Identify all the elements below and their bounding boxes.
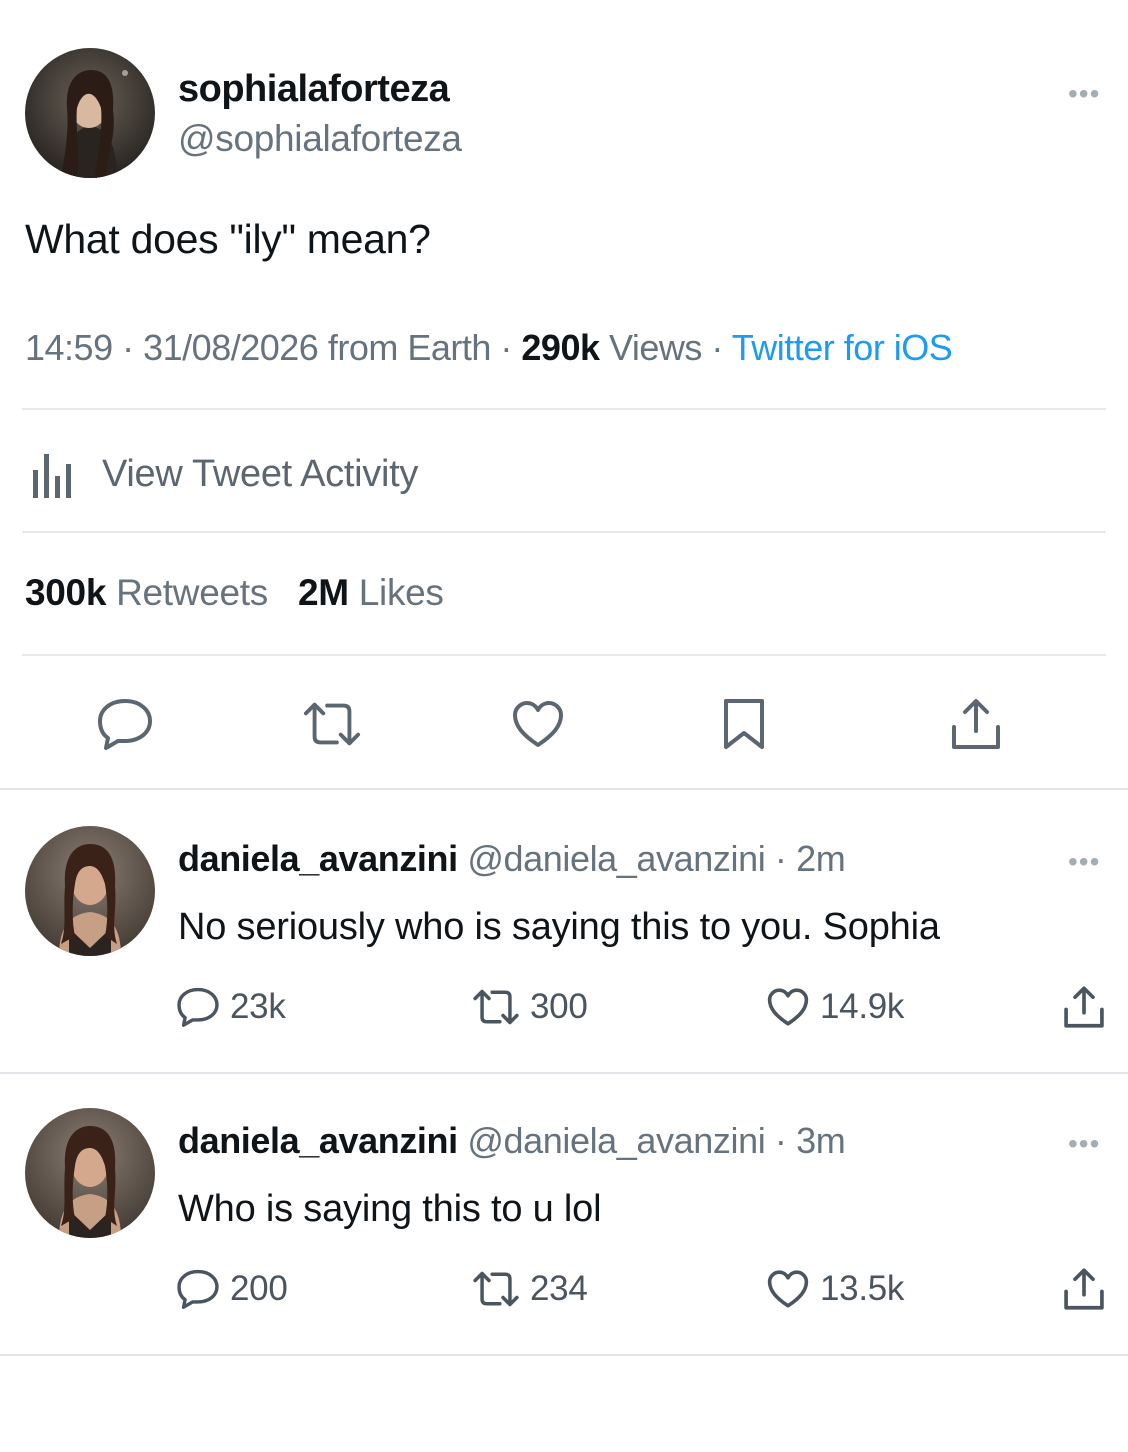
meta-separator: · xyxy=(711,327,723,368)
reply-time: · 2m xyxy=(774,838,846,879)
client-link[interactable]: Twitter for iOS xyxy=(732,327,953,368)
retweet-icon xyxy=(473,989,519,1025)
divider xyxy=(22,531,1106,533)
meta-separator: · xyxy=(500,327,512,368)
tweet-text: What does "ily" mean? xyxy=(25,216,431,262)
analytics-icon xyxy=(33,454,71,498)
likes-label: Likes xyxy=(358,572,444,613)
reply-icon xyxy=(177,1269,219,1309)
reply-reply-button[interactable]: 200 xyxy=(176,1267,288,1311)
tweet-action-bar xyxy=(0,694,1128,754)
reply-header: daniela_avanzini @daniela_avanzini · 2m xyxy=(178,838,846,880)
reply-handle[interactable]: @daniela_avanzini xyxy=(467,838,765,879)
author-handle[interactable]: @sophialaforteza xyxy=(178,118,462,160)
reply-text: No seriously who is saying this to you. … xyxy=(178,906,940,948)
reply-icon xyxy=(98,699,152,750)
retweets-count: 300k xyxy=(25,572,107,613)
reply-avatar[interactable] xyxy=(25,826,155,956)
reply-avatar[interactable] xyxy=(25,1108,155,1238)
reply-button[interactable] xyxy=(95,694,155,754)
activity-label: View Tweet Activity xyxy=(102,452,419,495)
view-tweet-activity-button[interactable]: View Tweet Activity xyxy=(30,448,418,500)
share-icon xyxy=(1064,986,1104,1028)
reply-count: 200 xyxy=(230,1269,288,1308)
reply-handle[interactable]: @daniela_avanzini xyxy=(467,1120,765,1161)
author-avatar[interactable] xyxy=(25,48,155,178)
tweet-location: from Earth xyxy=(327,327,492,368)
bookmark-icon xyxy=(724,699,764,749)
share-button[interactable] xyxy=(946,694,1006,754)
reply-share-button[interactable] xyxy=(1062,985,1106,1029)
views-label: Views xyxy=(609,327,702,368)
reply-text: Who is saying this to u lol xyxy=(178,1188,602,1230)
like-count: 14.9k xyxy=(820,987,905,1026)
like-button[interactable] xyxy=(508,694,568,754)
tweet-meta: 14:59 · 31/08/2026 from Earth · 290k Vie… xyxy=(25,327,953,369)
reply-time: · 3m xyxy=(774,1120,846,1161)
likes-count: 2M xyxy=(297,572,349,613)
retweets-label: Retweets xyxy=(116,572,268,613)
retweet-count: 234 xyxy=(530,1269,588,1308)
divider xyxy=(0,1354,1128,1356)
likes-stat[interactable]: 2M Likes xyxy=(298,572,444,613)
views-count: 290k xyxy=(521,327,600,368)
tweet-date: 31/08/2026 xyxy=(143,327,319,368)
like-icon xyxy=(767,1270,809,1308)
divider xyxy=(0,1072,1128,1074)
reply-share-button[interactable] xyxy=(1062,1267,1106,1311)
more-dots-icon[interactable]: ••• xyxy=(1068,848,1100,876)
tweet-time: 14:59 xyxy=(25,327,113,368)
reply-retweet-button[interactable]: 300 xyxy=(472,985,588,1029)
like-count: 13.5k xyxy=(820,1269,905,1308)
divider xyxy=(22,408,1106,410)
reply-reply-button[interactable]: 23k xyxy=(176,985,286,1029)
reply-display-name[interactable]: daniela_avanzini xyxy=(178,838,458,879)
reply-display-name[interactable]: daniela_avanzini xyxy=(178,1120,458,1161)
share-icon xyxy=(952,699,1000,749)
retweet-button[interactable] xyxy=(302,694,362,754)
like-icon xyxy=(513,701,563,747)
divider xyxy=(22,654,1106,656)
reply-header: daniela_avanzini @daniela_avanzini · 3m xyxy=(178,1120,846,1162)
retweet-icon xyxy=(303,702,361,746)
divider xyxy=(0,788,1128,790)
more-dots-icon[interactable]: ••• xyxy=(1068,1130,1100,1158)
like-icon xyxy=(767,988,809,1026)
engagement-counts: 300k Retweets 2M Likes xyxy=(25,572,444,614)
reply-count: 23k xyxy=(230,987,286,1026)
retweets-stat[interactable]: 300k Retweets xyxy=(25,572,268,613)
author-display-name[interactable]: sophialaforteza xyxy=(178,68,450,111)
retweet-icon xyxy=(473,1271,519,1307)
retweet-count: 300 xyxy=(530,987,588,1026)
reply-like-button[interactable]: 13.5k xyxy=(766,1267,904,1311)
more-dots-icon[interactable]: ••• xyxy=(1068,80,1100,108)
reply-like-button[interactable]: 14.9k xyxy=(766,985,904,1029)
meta-separator: · xyxy=(122,327,134,368)
bookmark-button[interactable] xyxy=(714,694,774,754)
share-icon xyxy=(1064,1268,1104,1310)
reply-icon xyxy=(177,987,219,1027)
reply-retweet-button[interactable]: 234 xyxy=(472,1267,588,1311)
